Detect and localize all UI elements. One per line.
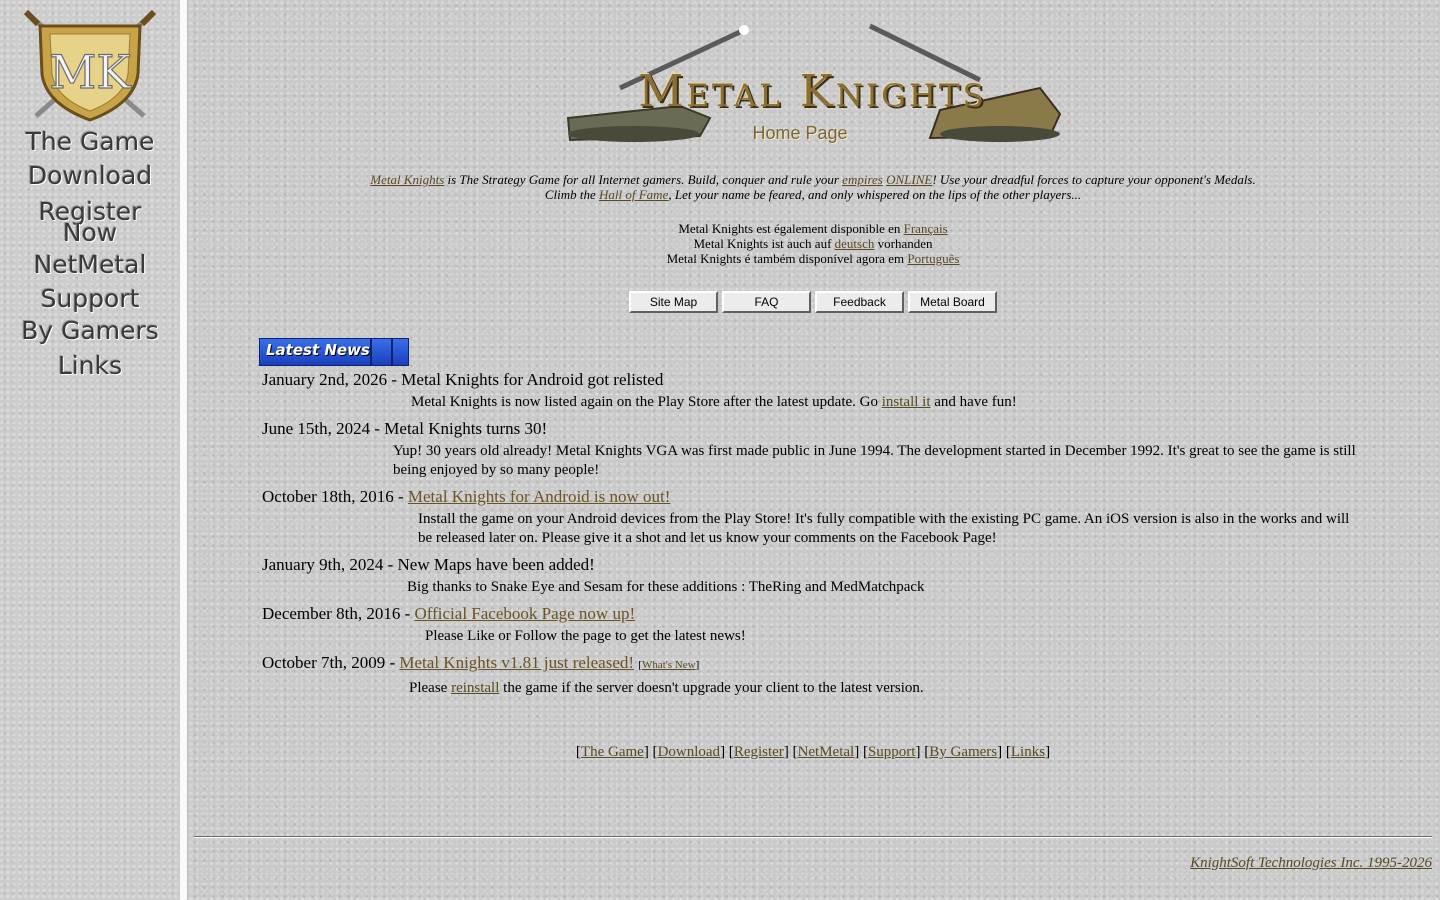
footer-links-link[interactable]: Links	[1011, 744, 1045, 760]
button-row: Site Map FAQ Feedback Metal Board	[629, 291, 997, 313]
badge-divider	[370, 339, 372, 365]
news-item: January 9th, 2024 - New Maps have been a…	[262, 554, 1372, 597]
svg-text:MK: MK	[49, 45, 132, 99]
badge-divider	[391, 339, 393, 365]
nav-the-game[interactable]: The Game	[0, 129, 180, 154]
intro-text: Metal Knights is The Strategy Game for a…	[195, 172, 1431, 202]
language-availability: Metal Knights est également disponible e…	[195, 221, 1431, 266]
faq-button[interactable]: FAQ	[722, 291, 811, 313]
reinstall-link[interactable]: reinstall	[451, 680, 499, 696]
footer-netmetal-link[interactable]: NetMetal	[798, 744, 855, 760]
sidebar-divider	[180, 0, 188, 900]
nav-support[interactable]: Support	[0, 286, 180, 311]
lang-portuguese: Metal Knights é também disponível agora …	[666, 251, 960, 266]
header-banner: Metal Knights Home Page	[560, 18, 1065, 153]
news-date: October 18th, 2016 -	[262, 487, 408, 506]
news-headline: New Maps have been added!	[397, 555, 595, 574]
copyright-link[interactable]: KnightSoft Technologies Inc. 1995-2026	[1190, 855, 1432, 872]
news-item: June 15th, 2024 - Metal Knights turns 30…	[262, 418, 1372, 480]
news-item: January 2nd, 2026 - Metal Knights for An…	[262, 370, 1017, 410]
online-link[interactable]: ONLINE	[886, 172, 932, 187]
news-body: Please Like or Follow the page to get th…	[425, 628, 746, 644]
portuguese-link[interactable]: Português	[907, 251, 959, 266]
empires-link[interactable]: empires	[842, 172, 883, 187]
feedback-button[interactable]: Feedback	[815, 291, 904, 313]
news-headline: Metal Knights for Android got relisted	[401, 370, 664, 389]
intro-text-1: is The Strategy Game for all Internet ga…	[444, 172, 843, 187]
sidebar: MK The Game Download Register Now NetMet…	[0, 0, 180, 900]
news-date: June 15th, 2024 -	[262, 419, 385, 438]
footer-the-game-link[interactable]: The Game	[581, 744, 644, 760]
footer-register-link[interactable]: Register	[734, 744, 784, 760]
nav-download[interactable]: Download	[0, 163, 180, 188]
whats-new-link[interactable]: What's New	[642, 659, 696, 671]
news-item: December 8th, 2016 - Official Facebook P…	[262, 603, 1372, 646]
facebook-page-link[interactable]: Official Facebook Page now up!	[414, 604, 635, 623]
footer-by-gamers-link[interactable]: By Gamers	[929, 744, 997, 760]
news-body: Yup! 30 years old already! Metal Knights…	[393, 443, 1356, 478]
install-it-link[interactable]: install it	[882, 394, 931, 410]
page-subtitle: Home Page	[752, 123, 848, 143]
lang-german: Metal Knights ist auch auf deutsch vorha…	[693, 236, 933, 251]
german-link[interactable]: deutsch	[835, 236, 875, 251]
french-link[interactable]: Français	[904, 221, 948, 236]
intro-text-4: , Let your name be feared, and only whis…	[668, 187, 1082, 202]
hall-of-fame-link[interactable]: Hall of Fame	[599, 187, 668, 202]
news-date: January 2nd, 2026 -	[262, 370, 402, 389]
v181-release-link[interactable]: Metal Knights v1.81 just released!	[399, 653, 634, 672]
footer-divider	[194, 836, 1432, 838]
news-body: Big thanks to Snake Eye and Sesam for th…	[407, 579, 925, 595]
news-item: October 18th, 2016 - Metal Knights for A…	[262, 486, 1372, 548]
nav-netmetal[interactable]: NetMetal	[0, 252, 180, 277]
site-map-button[interactable]: Site Map	[629, 291, 718, 313]
intro-text-3: Climb the	[544, 187, 600, 202]
news-item: October 7th, 2009 - Metal Knights v1.81 …	[262, 653, 924, 696]
news-list: January 2nd, 2026 - Metal Knights for An…	[262, 369, 1372, 704]
latest-news-badge: Latest News	[259, 338, 409, 366]
footer-support-link[interactable]: Support	[868, 744, 916, 760]
nav-register-now[interactable]: Now	[0, 220, 180, 245]
nav-by-gamers[interactable]: By Gamers	[0, 318, 180, 343]
footer-nav: [The Game] [Download] [Register] [NetMet…	[575, 744, 1051, 760]
android-release-link[interactable]: Metal Knights for Android is now out!	[408, 487, 671, 506]
news-date: October 7th, 2009 -	[262, 653, 400, 672]
news-body: Install the game on your Android devices…	[418, 511, 1350, 546]
site-title: Metal Knights	[638, 66, 987, 117]
lang-french: Metal Knights est également disponible e…	[678, 221, 948, 236]
mk-shield-logo[interactable]: MK	[22, 8, 158, 124]
news-date: January 9th, 2024 -	[262, 555, 398, 574]
intro-text-2: ! Use your dreadful forces to capture yo…	[932, 172, 1256, 187]
intro-game-link[interactable]: Metal Knights	[370, 172, 444, 187]
footer-download-link[interactable]: Download	[658, 744, 721, 760]
news-date: December 8th, 2016 -	[262, 604, 415, 623]
nav-links[interactable]: Links	[0, 353, 180, 378]
news-headline: Metal Knights turns 30!	[384, 419, 548, 438]
metal-board-button[interactable]: Metal Board	[908, 291, 997, 313]
latest-news-label: Latest News	[266, 341, 370, 359]
